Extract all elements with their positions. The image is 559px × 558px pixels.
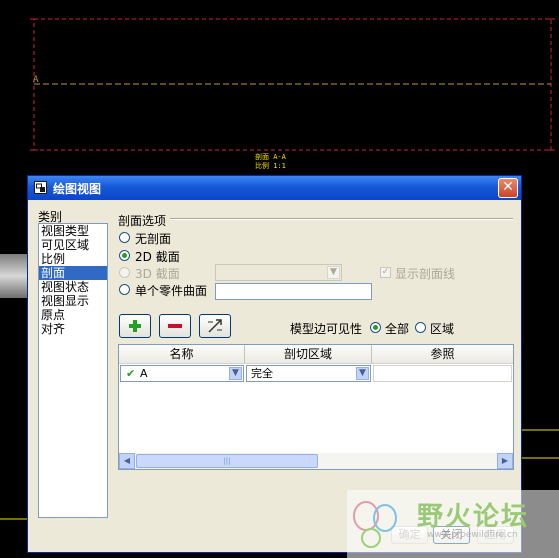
table-row[interactable]: ✔ A ▼ (120, 365, 244, 382)
plus-icon (129, 320, 141, 332)
show-section-line-checkbox[interactable]: ✓ (380, 267, 391, 278)
flip-icon (208, 319, 222, 333)
visibility-area-label: 区域 (430, 322, 455, 336)
section-table: 名称 剖切区域 参照 ✔ A ▼ 完全 ▼ ◀ ||| ▶ (118, 344, 514, 470)
category-item[interactable]: 视图显示 (39, 294, 107, 308)
single-surface-radio[interactable] (119, 284, 130, 295)
window-icon (34, 181, 47, 194)
table-header: 名称 剖切区域 参照 (119, 345, 513, 364)
category-item-selected[interactable]: 剖面 (39, 266, 107, 280)
visibility-all-label: 全部 (385, 322, 410, 336)
category-item[interactable]: 比例 (39, 252, 107, 266)
chevron-down-icon: ▼ (356, 367, 369, 380)
chevron-down-icon: ▼ (229, 367, 242, 380)
visibility-all-radio[interactable] (370, 322, 381, 333)
horizontal-scrollbar[interactable]: ◀ ||| ▶ (119, 453, 513, 469)
visibility-area-radio[interactable] (415, 322, 426, 333)
remove-section-button[interactable] (159, 314, 191, 338)
axis-label: A (33, 75, 39, 85)
scale-label: 比例 1:1 (255, 162, 286, 170)
flip-section-button[interactable] (199, 314, 231, 338)
window-title: 绘图视图 (53, 182, 102, 196)
category-item[interactable]: 对齐 (39, 322, 107, 336)
show-section-line-label: 显示剖面线 (395, 267, 456, 281)
column-header-reference[interactable]: 参照 (372, 345, 513, 363)
section-label: 剖面 A-A (255, 153, 286, 161)
category-item[interactable]: 视图类型 (39, 224, 107, 238)
area-combo[interactable]: 完全 ▼ (246, 365, 371, 382)
section-options-divider (170, 218, 513, 220)
chevron-down-icon: ▼ (327, 266, 340, 279)
check-icon: ✔ (126, 367, 136, 380)
column-header-area[interactable]: 剖切区域 (245, 345, 372, 363)
section-2d-radio[interactable] (119, 250, 130, 261)
scroll-left-icon[interactable]: ◀ (119, 453, 135, 469)
title-bar[interactable]: 绘图视图 ✕ (28, 176, 521, 200)
close-window-button[interactable]: ✕ (498, 178, 518, 198)
column-header-name[interactable]: 名称 (119, 345, 245, 363)
minus-icon (168, 324, 182, 328)
butterfly-logo-icon (353, 501, 397, 548)
category-list[interactable]: 视图类型 可见区域 比例 剖面 视图状态 视图显示 原点 对齐 (38, 223, 108, 518)
section-3d-radio[interactable] (119, 267, 130, 278)
name-combo[interactable]: ✔ A ▼ (120, 365, 244, 382)
category-item[interactable]: 视图状态 (39, 280, 107, 294)
watermark-title: 野火论坛 (417, 502, 530, 532)
table-cell-reference[interactable] (373, 365, 512, 382)
surface-input[interactable] (215, 283, 372, 300)
category-item[interactable]: 可见区域 (39, 238, 107, 252)
section-3d-label: 3D 截面 (135, 267, 180, 281)
no-section-radio[interactable] (119, 232, 130, 243)
section-2d-label: 2D 截面 (135, 250, 180, 264)
no-section-label: 无剖面 (135, 232, 172, 246)
section-3d-combo[interactable]: ▼ (215, 264, 342, 281)
forum-watermark: 野火论坛 www.proewildfire.cn (347, 490, 559, 558)
area-value: 完全 (251, 367, 273, 380)
single-surface-label: 单个零件曲面 (135, 284, 208, 298)
visibility-label: 模型边可见性 (290, 322, 363, 336)
scroll-right-icon[interactable]: ▶ (497, 453, 513, 469)
watermark-url: www.proewildfire.cn (427, 530, 518, 540)
model-edge (0, 254, 28, 298)
section-options-heading: 剖面选项 (118, 214, 167, 228)
name-value: A (140, 367, 148, 380)
scroll-thumb[interactable]: ||| (136, 454, 318, 468)
category-item[interactable]: 原点 (39, 308, 107, 322)
add-section-button[interactable] (119, 314, 151, 338)
table-cell-area[interactable]: 完全 ▼ (246, 365, 371, 382)
